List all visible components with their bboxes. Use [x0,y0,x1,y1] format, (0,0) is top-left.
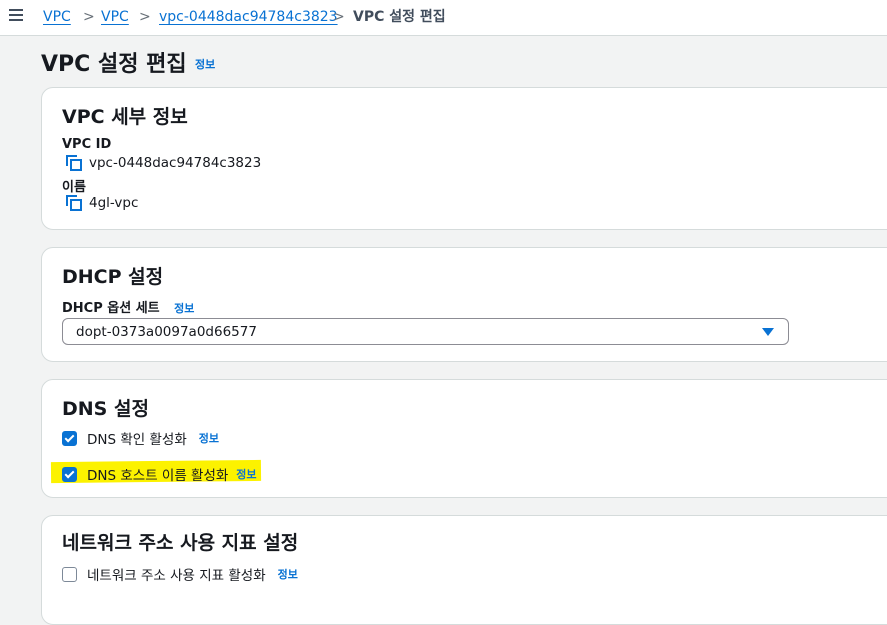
network-metrics-label: 네트워크 주소 사용 지표 활성화 [87,568,266,584]
copy-icon[interactable] [66,155,82,171]
caret-down-icon [762,328,774,336]
page-title: VPC 설정 편집 [41,52,187,77]
dhcp-settings-card: DHCP 설정 DHCP 옵션 세트 정보 dopt-0373a0097a0d6… [41,247,887,362]
name-row: 4gl-vpc [66,195,138,211]
copy-icon[interactable] [66,195,82,211]
dhcp-info-link[interactable]: 정보 [174,302,194,315]
dns-hostnames-label: DNS 호스트 이름 활성화 [87,468,229,484]
breadcrumb-item-vpc-id[interactable]: vpc-0448dac94784c3823 [159,8,338,26]
dns-resolution-row: DNS 확인 활성화 정보 [62,428,219,448]
dhcp-option-set-select[interactable]: dopt-0373a0097a0d66577 [62,318,789,345]
vpc-details-card: VPC 세부 정보 VPC ID vpc-0448dac94784c3823 이… [41,87,887,230]
network-metrics-title: 네트워크 주소 사용 지표 설정 [62,532,299,554]
dhcp-option-set-label-text: DHCP 옵션 세트 [62,301,160,316]
breadcrumb-item-vpc-list[interactable]: VPC [101,8,129,26]
dhcp-settings-title: DHCP 설정 [62,266,164,288]
dns-settings-card: DNS 설정 DNS 확인 활성화 정보 DNS 호스트 이름 활성화 정보 [41,379,887,498]
network-metrics-info-link[interactable]: 정보 [278,566,298,582]
breadcrumb-link[interactable]: VPC [101,9,129,25]
breadcrumb-link[interactable]: vpc-0448dac94784c3823 [159,9,338,25]
dns-resolution-checkbox[interactable] [62,430,77,446]
vpc-details-title: VPC 세부 정보 [62,106,188,128]
vpc-id-row: vpc-0448dac94784c3823 [66,155,261,171]
dns-settings-title: DNS 설정 [62,398,149,420]
breadcrumb-link[interactable]: VPC [43,9,71,25]
breadcrumb-separator-icon: > [139,9,151,25]
name-label: 이름 [62,180,86,195]
dhcp-option-set-value: dopt-0373a0097a0d66577 [76,324,257,340]
checkmark-icon [64,468,75,478]
dns-resolution-info-link[interactable]: 정보 [199,430,219,446]
menu-icon[interactable] [9,9,23,21]
page-info-link[interactable]: 정보 [195,56,215,72]
network-metrics-row: 네트워크 주소 사용 지표 활성화 정보 [62,564,298,584]
checkmark-icon [64,432,75,442]
vpc-id-label: VPC ID [62,137,112,152]
breadcrumb-separator-icon: > [83,9,95,25]
dhcp-option-set-label: DHCP 옵션 세트 정보 [62,297,194,316]
top-navigation-bar: VPC > VPC > vpc-0448dac94784c3823 > VPC … [0,0,887,36]
name-value: 4gl-vpc [89,195,139,211]
breadcrumb-item-vpc-dashboard[interactable]: VPC [43,8,71,26]
breadcrumb-current: VPC 설정 편집 [353,9,446,25]
dns-hostnames-info-link[interactable]: 정보 [236,466,256,482]
dns-hostnames-row: DNS 호스트 이름 활성화 정보 [62,464,257,484]
vpc-id-value: vpc-0448dac94784c3823 [89,155,262,171]
breadcrumb-separator-icon: > [333,9,345,25]
network-metrics-checkbox[interactable] [62,566,77,582]
dns-resolution-label: DNS 확인 활성화 [87,432,187,448]
dns-hostnames-checkbox[interactable] [62,466,77,482]
network-metrics-card: 네트워크 주소 사용 지표 설정 네트워크 주소 사용 지표 활성화 정보 [41,515,887,625]
